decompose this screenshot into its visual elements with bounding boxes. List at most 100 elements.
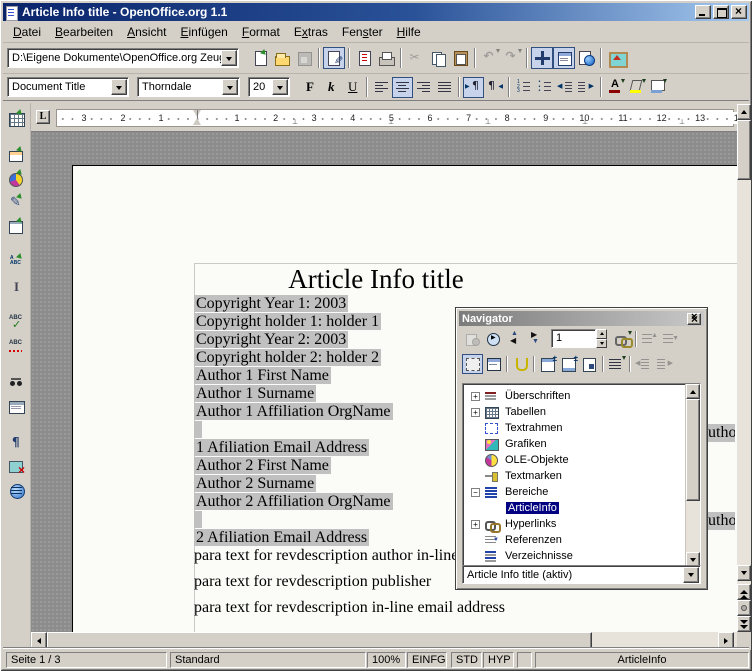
- navigator-tree-item-hyperlinks[interactable]: +Hyperlinks: [463, 516, 700, 532]
- indent-marker[interactable]: [193, 110, 202, 126]
- status-insert-mode[interactable]: EINFG: [407, 652, 447, 668]
- status-page-style[interactable]: Standard: [170, 652, 366, 668]
- size-dropdown-button[interactable]: [272, 79, 288, 95]
- direct-cursor-button[interactable]: [5, 275, 29, 299]
- export-pdf-button[interactable]: [353, 47, 375, 69]
- align-left-button[interactable]: [371, 77, 392, 98]
- font-color-button[interactable]: [605, 77, 626, 98]
- graphics-on-off-button[interactable]: [5, 455, 29, 479]
- url-dropdown-button[interactable]: [221, 50, 237, 66]
- menu-item-fenster[interactable]: Fenster: [335, 23, 390, 41]
- minimize-button[interactable]: [695, 5, 711, 19]
- next-button[interactable]: [525, 329, 546, 349]
- align-center-button[interactable]: [392, 77, 413, 98]
- horizontal-ruler[interactable]: 3211234567891011121314⊥⊥⊥⊥⊥: [56, 109, 734, 127]
- tree-item-label[interactable]: Textrahmen: [503, 422, 564, 434]
- font-name-combobox[interactable]: Thorndale: [137, 77, 240, 97]
- insert-object-button[interactable]: [5, 167, 29, 191]
- bullets-button[interactable]: [534, 77, 555, 98]
- tree-item-label[interactable]: Überschriften: [503, 390, 572, 402]
- close-button[interactable]: [731, 5, 747, 19]
- style-dropdown-button[interactable]: [111, 79, 127, 95]
- insert-button[interactable]: [5, 143, 29, 167]
- navigator-title-bar[interactable]: Navigator: [459, 311, 704, 326]
- navigator-tree-item-bereiche[interactable]: − Bereiche: [463, 484, 700, 500]
- page-number-spinbox[interactable]: 1: [551, 329, 607, 348]
- page-number-value[interactable]: 1: [551, 329, 596, 348]
- form-functions-button[interactable]: [5, 215, 29, 239]
- online-layout-button[interactable]: [5, 479, 29, 503]
- bold-button[interactable]: [300, 77, 321, 98]
- open-button[interactable]: [271, 47, 293, 69]
- selector-dropdown-button[interactable]: [683, 567, 699, 583]
- font-dropdown-button[interactable]: [222, 79, 238, 95]
- status-zoom[interactable]: 100%: [367, 652, 406, 668]
- increase-indent-button[interactable]: [576, 77, 597, 98]
- font-size-combobox[interactable]: 20: [248, 77, 290, 97]
- navigator-scroll-thumb[interactable]: [686, 399, 700, 501]
- status-hyperlink-mode[interactable]: HYP: [483, 652, 514, 668]
- justify-button[interactable]: [434, 77, 455, 98]
- tree-item-label[interactable]: Referenzen: [503, 534, 564, 546]
- rtl-button[interactable]: [484, 77, 505, 98]
- find-replace-button[interactable]: [5, 371, 29, 395]
- draw-functions-button[interactable]: [5, 191, 29, 215]
- align-right-button[interactable]: [413, 77, 434, 98]
- navigation-button[interactable]: [483, 329, 504, 349]
- decrease-indent-button[interactable]: [555, 77, 576, 98]
- tree-item-label[interactable]: Grafiken: [503, 438, 549, 450]
- navigator-tree-item-articleinfo[interactable]: ArticleInfo: [463, 500, 700, 516]
- scroll-up-button[interactable]: [686, 384, 700, 399]
- nonprinting-characters-button[interactable]: [5, 431, 29, 455]
- document-selector-combobox[interactable]: Article Info title (aktiv): [462, 565, 701, 584]
- heading-levels-shown-button[interactable]: [606, 354, 627, 374]
- navigator-tree-item-textmarken[interactable]: Textmarken: [463, 468, 700, 484]
- tree-item-label[interactable]: Textmarken: [503, 470, 564, 482]
- print-button[interactable]: [375, 47, 397, 69]
- paragraph-style-combobox[interactable]: Document Title: [7, 77, 129, 97]
- previous-button[interactable]: [504, 329, 525, 349]
- header-button[interactable]: [537, 354, 558, 374]
- navigator-button[interactable]: [531, 47, 553, 69]
- paragraph-background-button[interactable]: [647, 77, 668, 98]
- next-page-button[interactable]: [737, 616, 751, 632]
- status-page[interactable]: Seite 1 / 3: [6, 652, 167, 668]
- auto-spellcheck-button[interactable]: [5, 335, 29, 359]
- spellcheck-button[interactable]: [5, 311, 29, 335]
- menu-item-bearbeiten[interactable]: Bearbeiten: [48, 23, 120, 41]
- navigator-tree-item-grafiken[interactable]: Grafiken: [463, 436, 700, 452]
- navigator-tree-item-ole-objekte[interactable]: OLE-Objekte: [463, 452, 700, 468]
- previous-page-button[interactable]: [737, 584, 751, 600]
- menu-item-ansicht[interactable]: Ansicht: [120, 23, 173, 41]
- numbering-button[interactable]: [513, 77, 534, 98]
- collapse-icon[interactable]: −: [471, 488, 480, 497]
- stylist-button[interactable]: [553, 47, 575, 69]
- underline-button[interactable]: [342, 77, 363, 98]
- status-selection-mode[interactable]: STD: [451, 652, 482, 668]
- navigator-tree-item-verzeichnisse[interactable]: Verzeichnisse: [463, 548, 700, 564]
- menu-item-datei[interactable]: Datei: [6, 23, 48, 41]
- menu-item-einfügen[interactable]: Einfügen: [173, 23, 234, 41]
- hyperlink-dialog-button[interactable]: [575, 47, 597, 69]
- navigator-tree-item-referenzen[interactable]: Referenzen: [463, 532, 700, 548]
- navigator-tree-item-textrahmen[interactable]: Textrahmen: [463, 420, 700, 436]
- content-view-button[interactable]: [483, 354, 504, 374]
- copy-button[interactable]: [427, 47, 449, 69]
- drag-mode-button[interactable]: [612, 329, 633, 349]
- gallery-button[interactable]: [605, 47, 627, 69]
- autotext-button[interactable]: [5, 251, 29, 275]
- list-box-on-off-button[interactable]: [462, 354, 483, 374]
- tree-item-label[interactable]: Bereiche: [503, 486, 550, 498]
- insert-table-button[interactable]: [5, 107, 29, 131]
- tree-item-label[interactable]: OLE-Objekte: [503, 454, 571, 466]
- data-sources-button[interactable]: [5, 395, 29, 419]
- footer-button[interactable]: [558, 354, 579, 374]
- edit-file-button[interactable]: [323, 47, 345, 69]
- expand-icon[interactable]: +: [471, 408, 480, 417]
- url-combobox[interactable]: D:\Eigene Dokumente\OpenOffice.org Zeugs…: [7, 48, 239, 68]
- vertical-scrollbar[interactable]: [737, 104, 751, 632]
- spin-up-button[interactable]: [596, 329, 607, 339]
- tab-type-button[interactable]: L: [36, 110, 50, 124]
- tree-item-label[interactable]: Verzeichnisse: [503, 550, 575, 562]
- maximize-button[interactable]: [713, 5, 729, 19]
